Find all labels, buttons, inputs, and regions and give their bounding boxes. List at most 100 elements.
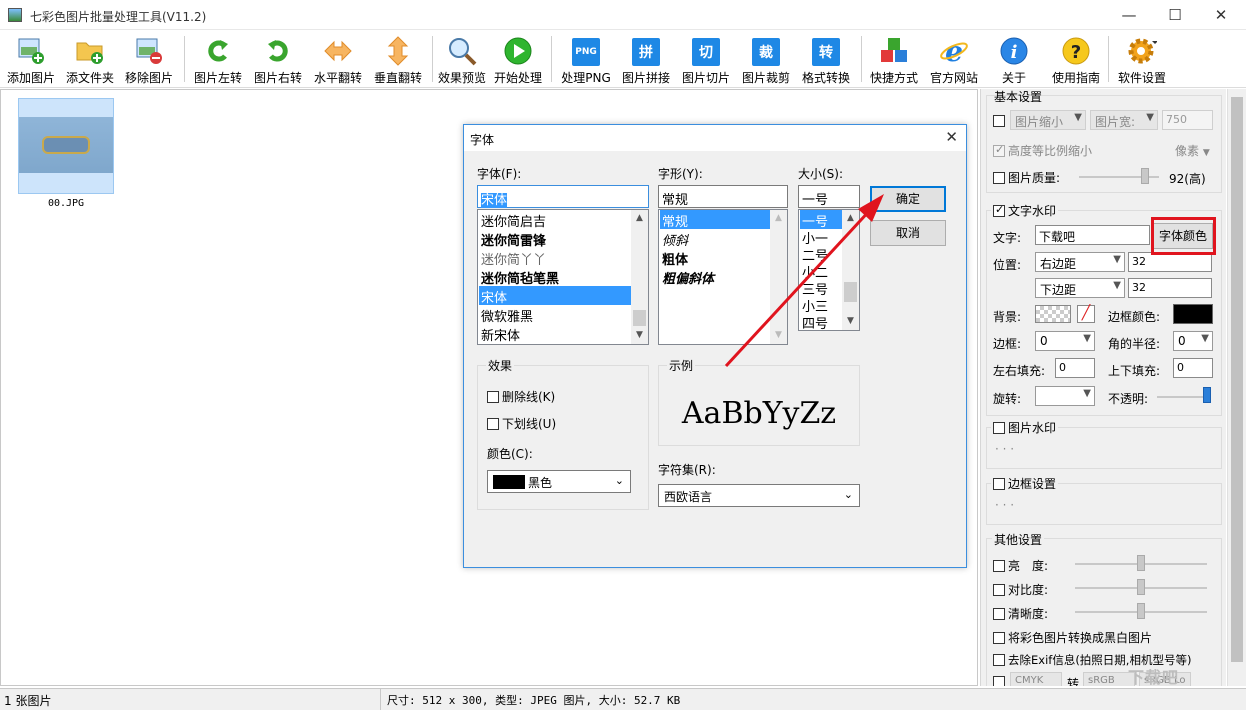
image-watermark-title-row[interactable]: 图片水印 [991,419,1059,436]
sharpness-row[interactable]: 清晰度: [993,605,1048,622]
brightness-slider-handle[interactable] [1137,555,1145,571]
rotate-select[interactable]: ▼ [1035,386,1095,406]
lr-padding-input[interactable]: 0 [1055,358,1095,378]
add-folder-button[interactable]: 添文件夹 [60,32,120,86]
strikeout-row[interactable]: 删除线(K) [487,388,555,405]
scroll-up-icon[interactable]: ▲ [842,210,859,227]
maximize-button[interactable]: ☐ [1152,0,1198,30]
scroll-down-icon[interactable]: ▼ [770,327,787,344]
tb-padding-input[interactable]: 0 [1173,358,1213,378]
shrink-checkbox-row[interactable] [993,114,1008,128]
sharpness-checkbox[interactable] [993,608,1005,620]
position-y-stepper[interactable]: 32 [1128,278,1212,298]
image-watermark-checkbox[interactable] [993,422,1005,434]
font-style-item[interactable]: 粗偏斜体 [660,267,716,287]
ok-button[interactable]: 确定 [870,186,946,212]
underline-row[interactable]: 下划线(U) [487,415,556,432]
font-style-item[interactable]: 倾斜 [660,229,690,249]
bw-checkbox[interactable] [993,632,1005,644]
radius-select[interactable]: 0 ▼ [1173,331,1213,351]
scroll-down-icon[interactable]: ▼ [631,327,648,344]
font-style-list[interactable]: 常规 倾斜 粗体 粗偏斜体 ▲ ▼ [658,209,788,345]
format-convert-button[interactable]: 转 格式转换 [796,32,856,86]
settings-button[interactable]: 软件设置 [1112,32,1172,86]
opacity-slider-track[interactable] [1157,396,1207,398]
shrink-select[interactable]: 图片缩小 ▼ [1010,110,1086,130]
font-list-item[interactable]: 微软雅黑 [479,305,535,325]
opacity-slider-handle[interactable] [1203,387,1211,403]
color-select[interactable]: 黑色 ⌄ [487,470,631,493]
text-watermark-title-row[interactable]: 文字水印 [991,202,1059,219]
font-list-scrollbar[interactable]: ▲ ▼ [631,210,648,344]
cmyk-select[interactable]: CMYK [1010,672,1062,686]
text-watermark-checkbox[interactable] [993,203,1005,217]
position-x-stepper[interactable]: 32 [1128,252,1212,272]
charset-select[interactable]: 西欧语言 ⌄ [658,484,860,507]
keep-ratio-checkbox[interactable] [993,143,1005,157]
font-list-item[interactable]: 迷你简雷锋 [479,229,548,249]
font-style-input[interactable]: 常规 [658,185,788,208]
position-y-select[interactable]: 下边距 ▼ [1035,278,1125,298]
quality-slider-handle[interactable] [1140,168,1149,184]
about-button[interactable]: i 关于 [984,32,1044,86]
strikeout-checkbox[interactable] [487,391,499,403]
brightness-row[interactable]: 亮 度: [993,557,1048,574]
add-image-button[interactable]: 添加图片 [1,32,61,86]
flip-vertical-button[interactable]: 垂直翻转 [368,32,428,86]
border-settings-checkbox[interactable] [993,478,1005,490]
official-site-button[interactable]: e 官方网站 [924,32,984,86]
shortcut-button[interactable]: 快捷方式 [864,32,924,86]
font-list-item[interactable]: 迷你简启吉 [479,210,548,230]
font-list-item[interactable]: 迷你简毡笔黑 [479,267,561,287]
slice-button[interactable]: 切 图片切片 [676,32,736,86]
unit-select[interactable]: 像素 ▼ [1175,142,1210,159]
font-list-item-selected[interactable]: 宋体 [479,286,631,306]
width-input[interactable]: 750 [1162,110,1213,130]
bw-row[interactable]: 将彩色图片转换成黑白图片 [993,629,1152,646]
image-thumbnail[interactable] [18,98,114,194]
quality-checkbox[interactable] [993,172,1005,184]
minimize-button[interactable]: — [1106,0,1152,30]
rotate-left-button[interactable]: 图片左转 [188,32,248,86]
width-select[interactable]: 图片宽: ▼ [1090,110,1158,130]
scrollbar-thumb[interactable] [844,282,857,302]
scroll-up-icon[interactable]: ▲ [631,210,648,227]
rotate-right-button[interactable]: 图片右转 [248,32,308,86]
scrollbar-thumb[interactable] [633,310,646,326]
flip-horizontal-button[interactable]: 水平翻转 [308,32,368,86]
quality-row[interactable]: 图片质量: [993,169,1060,186]
scroll-down-icon[interactable]: ▼ [842,313,859,330]
color-space-row[interactable] [993,675,1008,686]
exif-checkbox[interactable] [993,654,1005,666]
sharpness-slider-handle[interactable] [1137,603,1145,619]
underline-checkbox[interactable] [487,418,499,430]
contrast-row[interactable]: 对比度: [993,581,1048,598]
splice-button[interactable]: 拼 图片拼接 [616,32,676,86]
process-png-button[interactable]: PNG 处理PNG [556,32,616,86]
font-size-item[interactable]: 四号 [800,312,830,330]
guide-button[interactable]: ? 使用指南 [1046,32,1106,86]
color-space-checkbox[interactable] [993,676,1005,686]
font-style-item-selected[interactable]: 常规 [660,210,770,230]
shrink-checkbox[interactable] [993,115,1005,127]
font-list-item[interactable]: 新宋体 [479,324,522,344]
scroll-up-icon[interactable]: ▲ [770,210,787,227]
close-button[interactable]: ✕ [1198,0,1244,30]
background-swatch[interactable] [1035,305,1071,323]
remove-image-button[interactable]: 移除图片 [119,32,179,86]
border-color-swatch[interactable] [1173,304,1213,324]
dialog-close-button[interactable]: ✕ [945,128,958,146]
font-name-input[interactable]: 宋体 [477,185,649,208]
start-process-button[interactable]: 开始处理 [488,32,548,86]
cancel-button[interactable]: 取消 [870,220,946,246]
font-list-item[interactable]: 迷你简丫丫 [479,248,548,268]
size-list-scrollbar[interactable]: ▲ ▼ [842,210,859,330]
font-size-list[interactable]: 一号 小一 二号 小二 三号 小三 四号 ▲ ▼ [798,209,860,331]
contrast-slider-handle[interactable] [1137,579,1145,595]
brightness-checkbox[interactable] [993,560,1005,572]
watermark-text-input[interactable]: 下载吧 [1035,225,1150,245]
font-list[interactable]: 迷你简启吉 迷你简雷锋 迷你简丫丫 迷你简毡笔黑 宋体 微软雅黑 新宋体 ▲ ▼ [477,209,649,345]
keep-ratio-row[interactable]: 高度等比例缩小 [993,142,1092,159]
crop-button[interactable]: 裁 图片裁剪 [736,32,796,86]
font-style-item[interactable]: 粗体 [660,248,690,268]
